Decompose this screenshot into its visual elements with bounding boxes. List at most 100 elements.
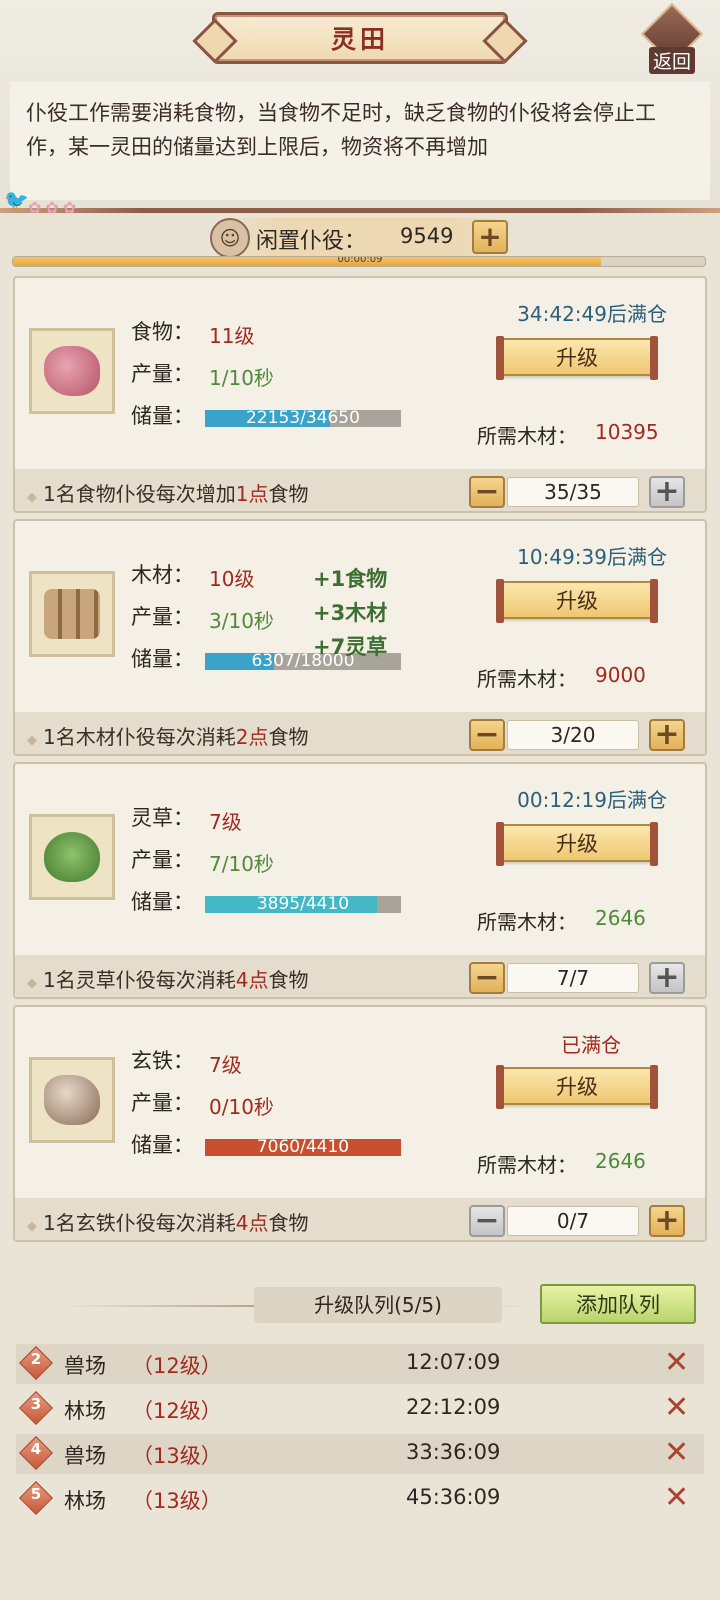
- gain-herb: +7灵草: [313, 635, 388, 659]
- storage-label: 储量：: [131, 647, 194, 671]
- queue-item: 5 林场 （13级） 45:36:09 ✕: [16, 1479, 704, 1519]
- desc-text-end: 食物: [268, 1211, 309, 1235]
- decrease-button[interactable]: −: [469, 476, 505, 508]
- increase-button[interactable]: +: [649, 1205, 685, 1237]
- increase-button[interactable]: +: [649, 476, 685, 508]
- desc-text: 1名木材仆役每次消耗: [43, 725, 236, 749]
- servant-count-field[interactable]: 35/35: [507, 477, 639, 507]
- wood-needed-label: 所需木材：: [477, 910, 577, 934]
- upgrade-label: 升级: [556, 589, 598, 613]
- full-timer: 00:12:19后满仓: [517, 788, 667, 812]
- servant-avatar-icon: ☺: [210, 218, 250, 258]
- meat-icon: [44, 346, 100, 396]
- upgrade-label: 升级: [556, 832, 598, 856]
- queue-item-level: （13级）: [132, 1444, 222, 1468]
- logs-icon: [44, 589, 100, 639]
- field-name: 木材：: [131, 563, 194, 587]
- increase-button[interactable]: +: [649, 962, 685, 994]
- field-level: 10级: [209, 567, 255, 591]
- field-card-food: 食物： 11级 产量： 1/10秒 储量： 22153/34650 34:42:…: [13, 276, 707, 513]
- back-button[interactable]: 返回: [640, 2, 704, 74]
- bird-icon: 🐦: [4, 188, 29, 212]
- queue-title: 升级队列(5/5): [254, 1287, 502, 1323]
- cancel-icon[interactable]: ✕: [664, 1393, 689, 1423]
- add-queue-label: 添加队列: [576, 1293, 660, 1317]
- desc-highlight: 1点: [235, 482, 269, 506]
- field-card-wood: 木材： 10级 产量： 3/10秒 储量： 6307/18000 +1食物 +3…: [13, 519, 707, 756]
- servant-description: ◆ 1名灵草仆役每次消耗4点食物: [27, 964, 308, 993]
- idle-label: 闲置仆役：: [256, 229, 367, 254]
- field-card-iron: 玄铁： 7级 产量： 0/10秒 储量： 7060/4410 已满仓 升级 所需…: [13, 1005, 707, 1242]
- notice-text: 仆役工作需要消耗食物，当食物不足时，缺乏食物的仆役将会停止工作，某一灵田的储量达…: [10, 82, 710, 200]
- idle-value: 9549: [400, 224, 454, 248]
- queue-number: 4: [30, 1440, 42, 1458]
- decrease-button[interactable]: −: [469, 1205, 505, 1237]
- queue-item-level: （12级）: [132, 1399, 222, 1423]
- desc-highlight: 4点: [235, 1211, 269, 1235]
- blossom-icon: ✿✿✿: [28, 198, 81, 217]
- full-timer: 10:49:39后满仓: [517, 545, 667, 569]
- herb-icon: [44, 832, 100, 882]
- field-name: 玄铁：: [131, 1049, 194, 1073]
- queue-item-name: 林场: [64, 1399, 106, 1423]
- decrease-button[interactable]: −: [469, 719, 505, 751]
- field-level: 7级: [209, 1053, 242, 1077]
- queue-item-level: （12级）: [132, 1354, 222, 1378]
- desc-text-end: 食物: [268, 968, 309, 992]
- field-level: 7级: [209, 810, 242, 834]
- production-label: 产量：: [131, 1091, 194, 1115]
- upgrade-button[interactable]: 升级: [496, 1065, 658, 1109]
- queue-item: 2 兽场 （12级） 12:07:09 ✕: [16, 1344, 704, 1384]
- field-level: 11级: [209, 324, 255, 348]
- wood-needed-value: 2646: [595, 906, 646, 930]
- page-title: 灵田: [330, 25, 389, 54]
- queue-item-time: 45:36:09: [406, 1485, 501, 1509]
- title-plate: 灵田: [212, 12, 508, 64]
- upgrade-label: 升级: [556, 1075, 598, 1099]
- servant-timer-bar: 00:00:09: [12, 256, 706, 267]
- field-name: 灵草：: [131, 806, 194, 830]
- increase-button[interactable]: +: [649, 719, 685, 751]
- desc-highlight: 2点: [235, 725, 269, 749]
- desc-text: 1名灵草仆役每次消耗: [43, 968, 236, 992]
- upgrade-button[interactable]: 升级: [496, 822, 658, 866]
- wood-needed-label: 所需木材：: [477, 1153, 577, 1177]
- field-name: 食物：: [131, 320, 194, 344]
- production-rate: 3/10秒: [209, 609, 274, 633]
- servant-count-field[interactable]: 0/7: [507, 1206, 639, 1236]
- production-rate: 0/10秒: [209, 1095, 274, 1119]
- decrease-button[interactable]: −: [469, 962, 505, 994]
- upgrade-button[interactable]: 升级: [496, 579, 658, 623]
- queue-item: 3 林场 （12级） 22:12:09 ✕: [16, 1389, 704, 1429]
- add-servant-button[interactable]: +: [472, 220, 508, 254]
- upgrade-button[interactable]: 升级: [496, 336, 658, 380]
- queue-item-name: 林场: [64, 1489, 106, 1513]
- cancel-icon[interactable]: ✕: [664, 1483, 689, 1513]
- desc-text-end: 食物: [268, 725, 309, 749]
- ore-icon: [44, 1075, 100, 1125]
- queue-number: 2: [30, 1350, 42, 1368]
- queue-item-time: 12:07:09: [406, 1350, 501, 1374]
- desc-text-end: 食物: [268, 482, 309, 506]
- cancel-icon[interactable]: ✕: [664, 1348, 689, 1378]
- upgrade-label: 升级: [556, 346, 598, 370]
- storage-value: 7060/4410: [256, 1137, 350, 1157]
- wood-needed-value: 10395: [595, 420, 659, 444]
- wood-needed-label: 所需木材：: [477, 424, 577, 448]
- servant-count-field[interactable]: 3/20: [507, 720, 639, 750]
- queue-number: 3: [30, 1395, 42, 1413]
- full-status: 已满仓: [561, 1033, 621, 1057]
- item-frame: [29, 328, 115, 414]
- production-rate: 1/10秒: [209, 366, 274, 390]
- production-rate: 7/10秒: [209, 852, 274, 876]
- storage-value: 22153/34650: [246, 408, 360, 428]
- bullet-icon: ◆: [27, 976, 37, 991]
- servant-description: ◆ 1名木材仆役每次消耗2点食物: [27, 721, 308, 750]
- item-frame: [29, 571, 115, 657]
- desc-text: 1名食物仆役每次增加: [43, 482, 236, 506]
- add-queue-button[interactable]: 添加队列: [540, 1284, 696, 1324]
- cancel-icon[interactable]: ✕: [664, 1438, 689, 1468]
- queue-header: 升级队列(5/5): [60, 1287, 530, 1324]
- servant-count-field[interactable]: 7/7: [507, 963, 639, 993]
- servant-description: ◆ 1名玄铁仆役每次消耗4点食物: [27, 1207, 308, 1236]
